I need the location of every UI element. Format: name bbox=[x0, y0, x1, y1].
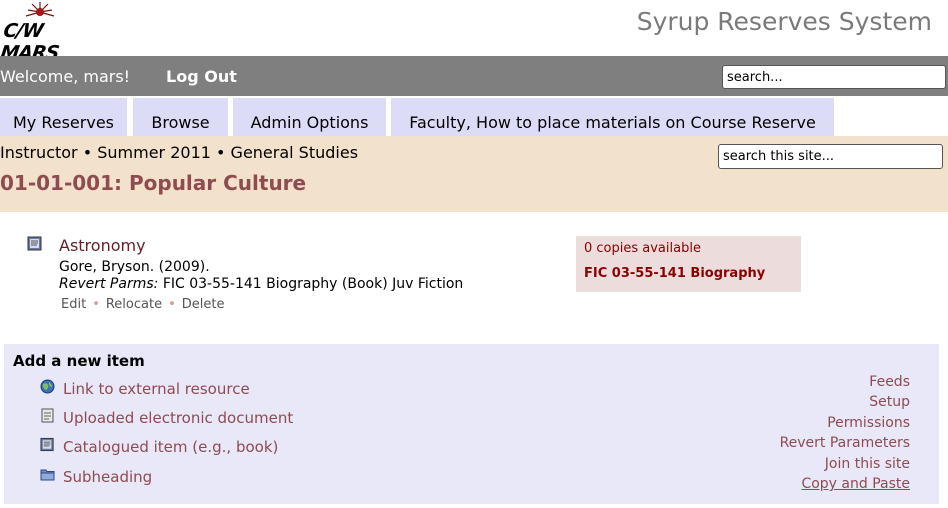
item-parms: Revert Parms: FIC 03-55-141 Biography (B… bbox=[59, 276, 463, 292]
logout-link[interactable]: Log Out bbox=[166, 67, 237, 86]
add-uploaded-document-link[interactable]: Uploaded electronic document bbox=[63, 409, 293, 427]
site-search-input[interactable] bbox=[718, 144, 943, 169]
system-title: Syrup Reserves System bbox=[636, 7, 932, 36]
add-subheading-link[interactable]: Subheading bbox=[63, 468, 152, 486]
item-title-link[interactable]: Astronomy bbox=[59, 236, 146, 255]
delete-link[interactable]: Delete bbox=[182, 297, 225, 312]
book-icon bbox=[40, 437, 55, 452]
parms-value: FIC 03-55-141 Biography (Book) Juv Ficti… bbox=[162, 276, 464, 292]
availability-box: 0 copies available FIC 03-55-141 Biograp… bbox=[576, 236, 801, 292]
globe-icon bbox=[40, 379, 55, 394]
parms-label: Revert Parms: bbox=[59, 276, 159, 292]
add-item-panel: Add a new item Link to external resource… bbox=[4, 344, 939, 504]
welcome-text: Welcome, mars! bbox=[0, 67, 131, 86]
global-search-input[interactable] bbox=[722, 65, 946, 89]
document-icon bbox=[40, 408, 55, 423]
feeds-link[interactable]: Feeds bbox=[869, 374, 910, 390]
add-external-resource-link[interactable]: Link to external resource bbox=[63, 380, 250, 398]
tab-faculty-howto[interactable]: Faculty, How to place materials on Cours… bbox=[391, 98, 834, 136]
join-site-link[interactable]: Join this site bbox=[825, 456, 910, 472]
separator-dot: • bbox=[92, 297, 100, 312]
add-catalogued-item-link[interactable]: Catalogued item (e.g., book) bbox=[63, 438, 278, 456]
availability-status: 0 copies available bbox=[584, 241, 701, 256]
tab-my-reserves[interactable]: My Reserves bbox=[0, 98, 127, 136]
course-title: 01-01-001: Popular Culture bbox=[0, 171, 307, 195]
breadcrumb: Instructor • Summer 2011 • General Studi… bbox=[0, 143, 359, 162]
item-actions: Edit • Relocate • Delete bbox=[61, 297, 224, 312]
page-header: C/W MARS Syrup Reserves System bbox=[0, 0, 948, 64]
top-bar: Welcome, mars! Log Out bbox=[0, 56, 948, 96]
separator-dot: • bbox=[168, 297, 176, 312]
add-item-heading: Add a new item bbox=[13, 352, 145, 370]
permissions-link[interactable]: Permissions bbox=[827, 415, 910, 431]
item-author: Gore, Bryson. (2009). bbox=[59, 259, 210, 275]
book-icon bbox=[27, 236, 43, 251]
tab-admin-options[interactable]: Admin Options bbox=[233, 98, 386, 136]
call-number: FIC 03-55-141 Biography bbox=[584, 266, 766, 281]
tab-browse[interactable]: Browse bbox=[133, 98, 228, 136]
revert-parameters-link[interactable]: Revert Parameters bbox=[780, 435, 910, 451]
copy-paste-link[interactable]: Copy and Paste bbox=[801, 476, 910, 492]
folder-icon bbox=[40, 467, 55, 482]
edit-link[interactable]: Edit bbox=[61, 297, 86, 312]
relocate-link[interactable]: Relocate bbox=[106, 297, 162, 312]
setup-link[interactable]: Setup bbox=[869, 394, 910, 410]
cwmars-logo[interactable]: C/W MARS bbox=[0, 2, 78, 64]
main-tabs: My Reserves Browse Admin Options Faculty… bbox=[0, 98, 948, 136]
course-header: Instructor • Summer 2011 • General Studi… bbox=[0, 136, 948, 212]
